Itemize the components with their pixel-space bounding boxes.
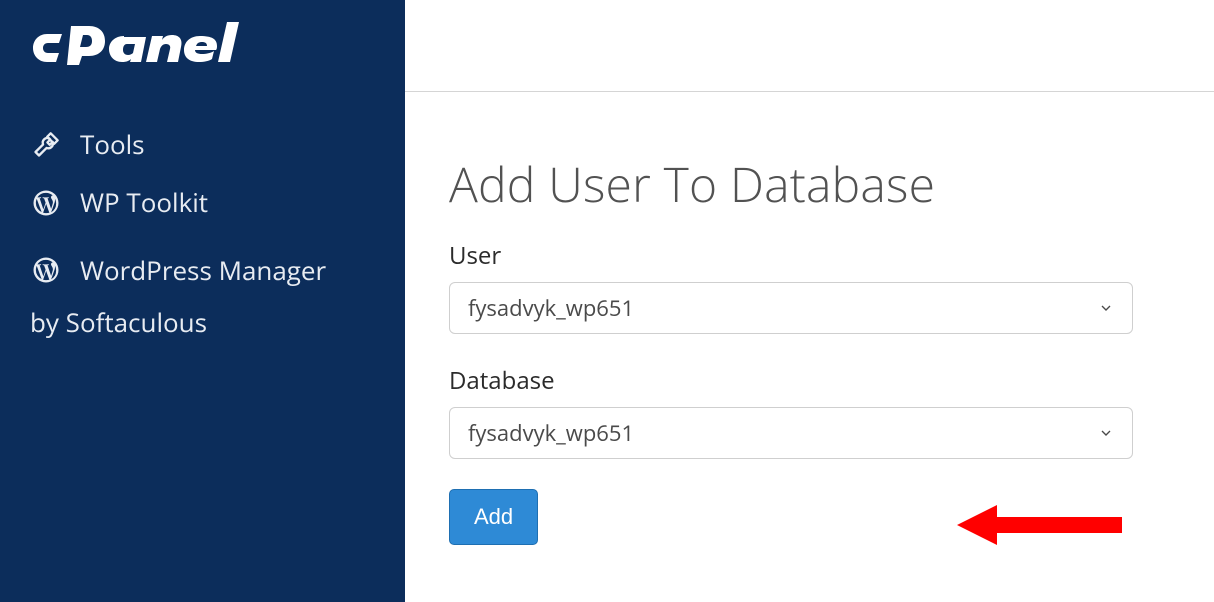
user-select-value: fysadvyk_wp651 <box>468 293 634 323</box>
page-title: Add User To Database <box>449 152 1170 217</box>
database-select-value: fysadvyk_wp651 <box>468 418 634 448</box>
add-button[interactable]: Add <box>449 489 538 545</box>
wordpress-icon <box>30 188 62 218</box>
user-field: User fysadvyk_wp651 <box>449 239 1170 334</box>
database-label: Database <box>449 364 1170 397</box>
cpanel-logo <box>28 22 377 70</box>
sidebar-nav: Tools WP Toolkit WordPress Manager by So… <box>28 116 377 360</box>
sidebar-item-sublabel: by Softaculous <box>30 296 377 348</box>
main-content: Add User To Database User fysadvyk_wp651… <box>405 0 1214 602</box>
cpanel-logo-icon <box>28 22 246 70</box>
user-label: User <box>449 239 1170 272</box>
wordpress-icon <box>30 255 62 285</box>
sidebar-item-tools[interactable]: Tools <box>28 116 377 174</box>
sidebar: Tools WP Toolkit WordPress Manager by So… <box>0 0 405 602</box>
sidebar-item-wp-toolkit[interactable]: WP Toolkit <box>28 174 377 232</box>
sidebar-item-label: WordPress Manager <box>80 244 326 296</box>
sidebar-item-label: WP Toolkit <box>80 186 208 220</box>
tools-icon <box>30 131 62 159</box>
database-field: Database fysadvyk_wp651 <box>449 364 1170 459</box>
database-select[interactable]: fysadvyk_wp651 <box>449 407 1133 459</box>
user-select[interactable]: fysadvyk_wp651 <box>449 282 1133 334</box>
sidebar-item-wordpress-manager[interactable]: WordPress Manager by Softaculous <box>28 232 377 360</box>
tab-strip <box>405 0 1214 92</box>
chevron-down-icon <box>1098 418 1114 448</box>
sidebar-item-label: Tools <box>80 128 145 162</box>
chevron-down-icon <box>1098 293 1114 323</box>
